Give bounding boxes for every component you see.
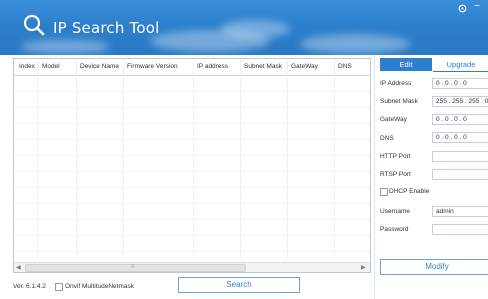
table-header: Index Model Device Name Firmware Version…: [14, 59, 370, 76]
row-divider: [14, 171, 370, 172]
column-header-index[interactable]: Index: [19, 63, 35, 70]
gateway-label: GateWay: [380, 116, 407, 123]
row-divider: [14, 91, 370, 92]
dhcp-enable-checkbox[interactable]: [380, 188, 388, 196]
tab-edit[interactable]: Edit: [380, 58, 432, 71]
version-label: Ver. 6.1.4.2: [13, 283, 46, 290]
column-header-model[interactable]: Model: [42, 63, 60, 70]
password-field[interactable]: [432, 224, 488, 235]
subnet-mask-field[interactable]: 255 . 255 . 255 . 0: [432, 96, 488, 107]
column-divider: [287, 59, 288, 258]
ip-address-label: IP Address: [380, 80, 412, 87]
rtsp-port-field[interactable]: [432, 169, 488, 180]
header-decoration: [220, 20, 290, 38]
gateway-field[interactable]: 0 . 0 . 0 . 0: [432, 114, 488, 125]
row-divider: [14, 107, 370, 108]
ip-address-field[interactable]: 0 . 0 . 0 . 0: [432, 78, 488, 89]
header-decoration: [300, 34, 410, 54]
dns-field[interactable]: 0 . 0 . 0 . 0: [432, 132, 488, 143]
username-label: Username: [380, 208, 410, 215]
column-header-device-name[interactable]: Device Name: [80, 63, 119, 70]
row-divider: [14, 251, 370, 252]
search-magnifier-icon: [23, 14, 45, 36]
column-divider: [240, 59, 241, 258]
column-header-ip-address[interactable]: IP address: [197, 63, 228, 70]
password-label: Password: [380, 226, 409, 233]
search-button[interactable]: Search: [178, 277, 300, 293]
column-divider: [334, 59, 335, 258]
minimize-button[interactable]: −: [474, 2, 480, 12]
onvif-multitude-netmask-checkbox[interactable]: [55, 283, 63, 291]
scrollbar-thumb[interactable]: ≡: [25, 264, 246, 272]
row-divider: [14, 235, 370, 236]
http-port-label: HTTP Port: [380, 153, 411, 160]
scroll-right-arrow-icon[interactable]: ▶: [361, 264, 366, 271]
column-divider: [193, 59, 194, 258]
scroll-left-arrow-icon[interactable]: ◀: [16, 264, 21, 271]
row-divider: [14, 155, 370, 156]
column-header-subnet-mask[interactable]: Subnet Mask: [244, 63, 282, 70]
subnet-mask-label: Subnet Mask: [380, 98, 418, 105]
device-table[interactable]: Index Model Device Name Firmware Version…: [13, 58, 371, 273]
rtsp-port-label: RTSP Port: [380, 171, 411, 178]
edit-panel: Edit Upgrade IP Address 0 . 0 . 0 . 0 Su…: [374, 55, 488, 299]
dhcp-enable-label: DHCP Enable: [389, 188, 430, 195]
column-header-dns[interactable]: DNS: [338, 63, 352, 70]
row-divider: [14, 139, 370, 140]
row-divider: [14, 219, 370, 220]
modify-button[interactable]: Modify: [380, 259, 488, 275]
horizontal-scrollbar[interactable]: ◀ ≡ ▶: [14, 262, 370, 272]
column-divider: [76, 59, 77, 258]
app-title: IP Search Tool: [53, 19, 160, 37]
settings-icon[interactable]: [458, 4, 467, 16]
column-header-gateway[interactable]: GateWay: [291, 63, 318, 70]
header-decoration: [20, 40, 110, 54]
http-port-field[interactable]: [432, 151, 488, 162]
row-divider: [14, 123, 370, 124]
grip-icon: ≡: [131, 264, 135, 270]
column-divider: [123, 59, 124, 258]
column-header-firmware-version[interactable]: Firmware Version: [127, 63, 178, 70]
tab-upgrade[interactable]: Upgrade: [433, 58, 488, 72]
onvif-multitude-netmask-label: Onvif MultitudeNetmask: [65, 283, 134, 290]
row-divider: [14, 203, 370, 204]
username-field[interactable]: admin: [432, 206, 488, 217]
title-bar: IP Search Tool −: [0, 0, 488, 55]
column-divider: [37, 59, 38, 258]
row-divider: [14, 187, 370, 188]
dns-label: DNS: [380, 135, 394, 142]
